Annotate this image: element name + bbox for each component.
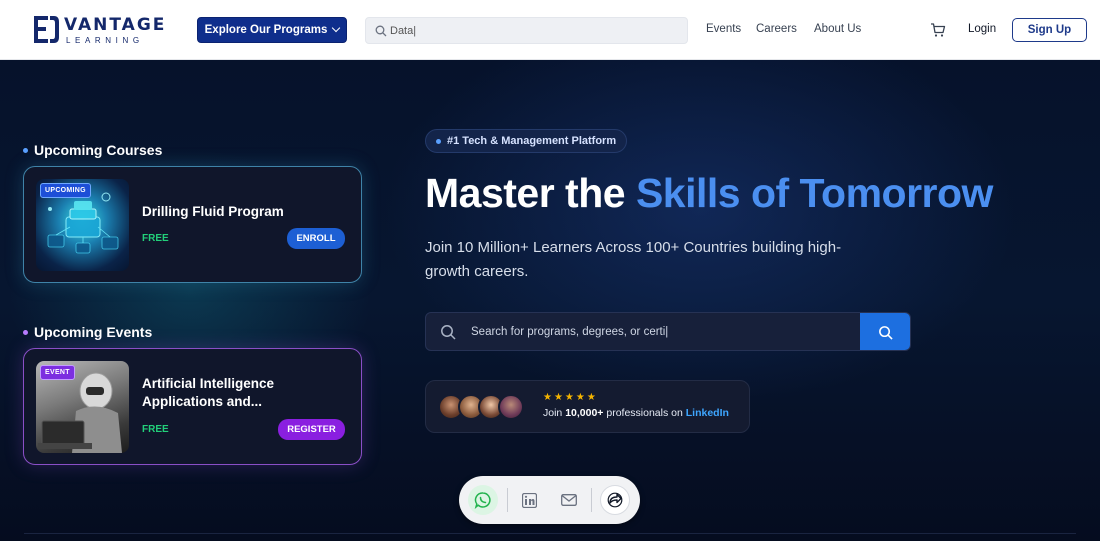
search-icon xyxy=(375,25,387,37)
linkedin-icon xyxy=(521,492,537,508)
nav-events[interactable]: Events xyxy=(706,23,741,35)
logo-name: VANTAGE xyxy=(64,15,167,35)
mail-button[interactable] xyxy=(554,485,584,515)
course-title: Drilling Fluid Program xyxy=(142,204,284,219)
hero-search-button[interactable] xyxy=(860,313,910,350)
explore-programs-label: Explore Our Programs xyxy=(204,24,328,36)
course-thumbnail: UPCOMING xyxy=(36,179,129,271)
event-thumbnail: EVENT xyxy=(36,361,129,453)
bullet-dot xyxy=(23,147,28,153)
upcoming-courses-label: Upcoming Courses xyxy=(34,142,163,158)
register-button[interactable]: REGISTER xyxy=(278,419,345,440)
join-linkedin-text: Join 10,000+ professionals on LinkedIn xyxy=(543,407,729,419)
linkedin-button[interactable] xyxy=(514,485,544,515)
hero-search[interactable] xyxy=(425,312,911,351)
platform-pill-label: #1 Tech & Management Platform xyxy=(447,135,617,147)
pill-dot xyxy=(436,138,441,144)
share-button[interactable] xyxy=(600,485,630,515)
upcoming-events-label: Upcoming Events xyxy=(34,324,153,340)
join-count: 10,000+ xyxy=(565,407,604,419)
event-badge: EVENT xyxy=(40,365,75,380)
share-divider xyxy=(591,488,592,512)
search-icon xyxy=(441,325,456,340)
explore-programs-button[interactable]: Explore Our Programs xyxy=(197,17,347,43)
chevron-down-icon xyxy=(332,23,341,33)
upcoming-badge: UPCOMING xyxy=(40,183,91,198)
sign-up-button[interactable]: Sign Up xyxy=(1012,18,1087,42)
header-search[interactable] xyxy=(365,17,688,44)
upcoming-courses-heading: Upcoming Courses xyxy=(23,142,162,158)
share-icon xyxy=(607,492,623,508)
upcoming-events-heading: Upcoming Events xyxy=(23,324,152,340)
mail-icon xyxy=(561,494,577,506)
linkedin-link[interactable]: LinkedIn xyxy=(686,407,729,419)
search-icon xyxy=(878,326,893,340)
event-price: FREE xyxy=(142,424,169,435)
course-price: FREE xyxy=(142,233,169,244)
headline-accent: Skills of Tomorrow xyxy=(635,170,994,216)
top-header: VANTAGE LEARNING Explore Our Programs Ev… xyxy=(0,0,1100,60)
nav-about-us[interactable]: About Us xyxy=(814,23,861,35)
event-card[interactable]: EVENT Artificial Intelligence Applicatio… xyxy=(23,348,362,465)
hero-search-input[interactable] xyxy=(471,322,856,342)
nav-careers[interactable]: Careers xyxy=(756,23,797,35)
header-search-input[interactable] xyxy=(390,21,680,41)
cart-icon[interactable] xyxy=(930,22,946,38)
join-middle: professionals on xyxy=(603,407,686,419)
bullet-dot xyxy=(23,329,28,335)
hero-headline: Master the Skills of Tomorrow xyxy=(425,170,993,217)
share-divider xyxy=(507,488,508,512)
join-prefix: Join xyxy=(543,407,566,419)
logo-mark-icon xyxy=(34,16,59,43)
event-title: Artificial Intelligence Applications and… xyxy=(142,376,275,409)
hero-section: Upcoming Courses UPCOMING Drilling Fluid… xyxy=(0,60,1100,541)
brand-logo[interactable]: VANTAGE LEARNING xyxy=(32,12,164,48)
hero-subline: Join 10 Million+ Learners Across 100+ Co… xyxy=(425,239,842,280)
headline-plain: Master the xyxy=(425,170,636,216)
platform-pill: #1 Tech & Management Platform xyxy=(425,129,628,153)
enroll-button[interactable]: ENROLL xyxy=(287,228,345,249)
rating-stars-icon: ★★★★★ xyxy=(543,392,598,403)
logo-subtitle: LEARNING xyxy=(66,36,144,45)
hero-divider xyxy=(24,533,1076,534)
social-proof-box: ★★★★★ Join 10,000+ professionals on Link… xyxy=(425,380,750,433)
whatsapp-button[interactable] xyxy=(468,485,498,515)
whatsapp-icon xyxy=(474,492,491,509)
avatar xyxy=(498,394,524,420)
login-link[interactable]: Login xyxy=(968,23,996,35)
course-card[interactable]: UPCOMING Drilling Fluid Program FREE ENR… xyxy=(23,166,362,283)
share-bar xyxy=(459,476,640,524)
